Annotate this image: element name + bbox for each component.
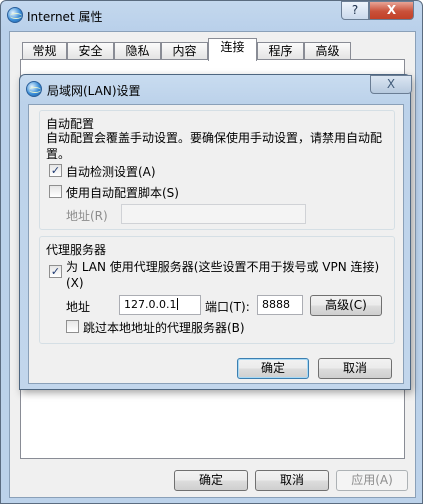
- tab-general[interactable]: 常规: [22, 42, 67, 60]
- dialog-title: 局域网(LAN)设置: [47, 84, 141, 98]
- tab-advanced[interactable]: 高级: [304, 42, 351, 60]
- tab-security[interactable]: 安全: [67, 42, 114, 60]
- use-proxy-label[interactable]: 为 LAN 使用代理服务器(这些设置不用于拨号或 VPN 连接)(X): [66, 259, 386, 291]
- tab-content[interactable]: 内容: [161, 42, 208, 60]
- apply-button[interactable]: 应用(A): [336, 470, 408, 491]
- window-title: Internet 属性: [27, 10, 103, 24]
- dialog-client-area: 自动配置 自动配置会覆盖手动设置。要确保使用手动设置，请禁用自动配置。 ✓ 自动…: [28, 104, 404, 384]
- auto-config-description: 自动配置会覆盖手动设置。要确保使用手动设置，请禁用自动配置。: [46, 131, 383, 161]
- bypass-local-checkbox[interactable]: [66, 320, 79, 333]
- proxy-address-label: 地址: [66, 300, 91, 314]
- use-script-checkbox[interactable]: [49, 185, 62, 198]
- text-caret: [177, 298, 179, 310]
- help-button[interactable]: ?: [341, 1, 369, 20]
- port-label: 端口(T):: [205, 300, 250, 314]
- proxy-address-input[interactable]: 127.0.0.1: [119, 295, 201, 315]
- bypass-local-label[interactable]: 跳过本地地址的代理服务器(B): [83, 319, 245, 336]
- close-button[interactable]: X: [369, 1, 414, 20]
- use-proxy-checkbox[interactable]: ✓: [49, 265, 62, 278]
- internet-globe-icon: [7, 7, 23, 23]
- cancel-button[interactable]: 取消: [255, 470, 329, 491]
- tab-programs[interactable]: 程序: [257, 42, 304, 60]
- lan-globe-icon: [26, 81, 42, 97]
- dialog-ok-button[interactable]: 确定: [237, 358, 309, 379]
- port-input[interactable]: 8888: [257, 295, 303, 315]
- proxy-heading: 代理服务器: [46, 243, 107, 257]
- proxy-address-value: 127.0.0.1: [124, 298, 177, 311]
- check-mark-icon: ✓: [50, 265, 61, 278]
- check-mark-icon: ✓: [50, 164, 61, 177]
- script-address-input[interactable]: [121, 204, 306, 224]
- ok-button[interactable]: 确定: [174, 470, 248, 491]
- lan-settings-dialog: 局域网(LAN)设置 X 自动配置 自动配置会覆盖手动设置。要确保使用手动设置，…: [19, 74, 412, 390]
- tab-connections[interactable]: 连接: [208, 38, 257, 61]
- advanced-button[interactable]: 高级(C): [310, 295, 382, 316]
- dialog-cancel-button[interactable]: 取消: [318, 358, 392, 379]
- auto-detect-label[interactable]: 自动检测设置(A): [66, 163, 156, 180]
- tab-privacy[interactable]: 隐私: [114, 42, 161, 60]
- auto-detect-checkbox[interactable]: ✓: [49, 164, 62, 177]
- use-script-label[interactable]: 使用自动配置脚本(S): [66, 184, 179, 201]
- dialog-close-button[interactable]: X: [370, 75, 412, 94]
- script-address-label: 地址(R): [66, 209, 108, 223]
